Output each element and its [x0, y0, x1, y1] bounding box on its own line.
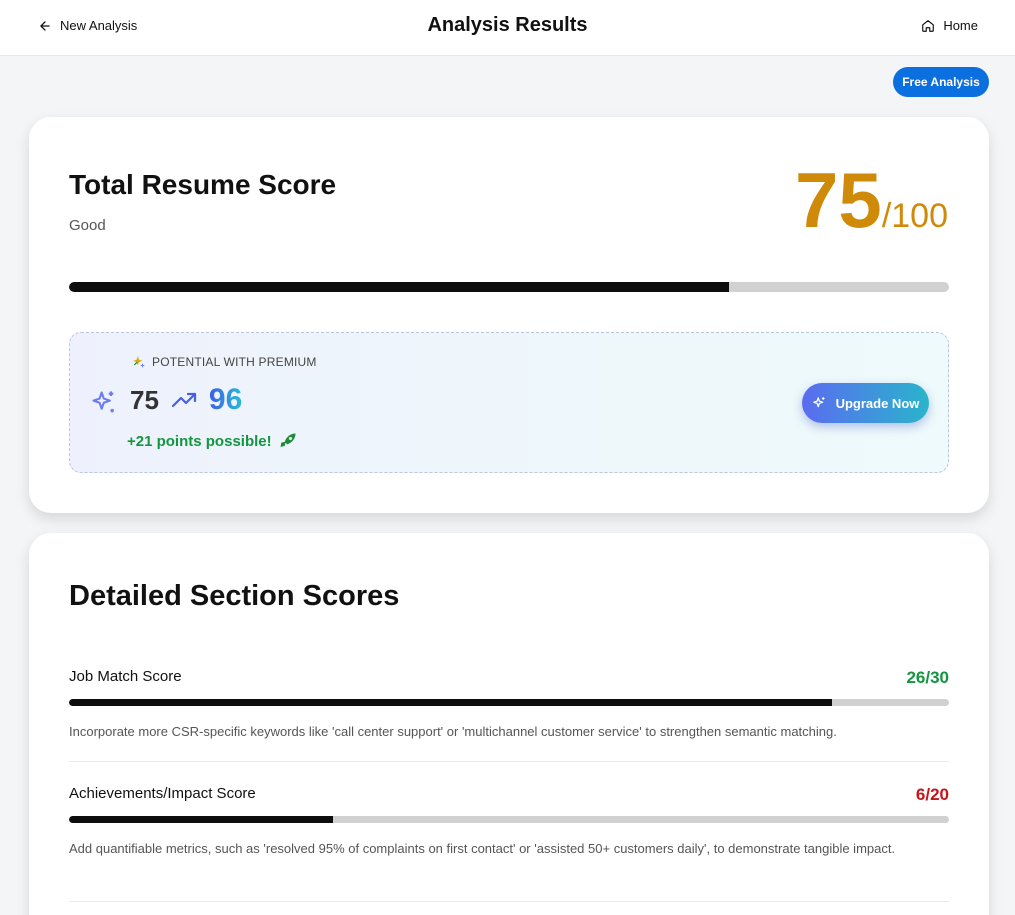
- total-score-title: Total Resume Score: [69, 169, 337, 200]
- sparkles-icon: [812, 396, 825, 407]
- premium-label-text: POTENTIAL WITH PREMIUM: [152, 355, 317, 369]
- total-score-value: 75/100: [795, 161, 948, 239]
- premium-score-row: 75 96: [130, 383, 242, 417]
- divider: [69, 761, 949, 762]
- section-name: Job Match Score: [69, 668, 182, 685]
- section-name: Achievements/Impact Score: [69, 785, 256, 802]
- section-scores-card: Detailed Section Scores Job Match Score …: [29, 533, 989, 915]
- score-number: 75: [795, 156, 882, 244]
- current-score: 75: [130, 384, 159, 415]
- rocket-icon: [280, 433, 296, 447]
- potential-score: 96: [208, 383, 243, 416]
- section-value: 6/20: [915, 785, 949, 804]
- page-title: Analysis Results: [427, 14, 588, 36]
- premium-potential-panel: POTENTIAL WITH PREMIUM 75 96 +21 points …: [69, 332, 949, 473]
- upgrade-now-button[interactable]: Upgrade Now: [802, 383, 929, 423]
- home-icon: [922, 19, 935, 32]
- section-scores-title: Detailed Section Scores: [69, 580, 400, 612]
- home-label: Home: [943, 18, 978, 33]
- section-description: Add quantifiable metrics, such as 'resol…: [69, 841, 896, 856]
- total-score-card: Total Resume Score Good 75/100 POTENTIAL…: [29, 117, 989, 513]
- section-progress-fill: [69, 699, 832, 706]
- score-rating: Good: [69, 217, 106, 234]
- trending-up-icon: [171, 392, 197, 408]
- section-progress: [69, 816, 949, 823]
- home-link[interactable]: Home: [921, 18, 978, 33]
- points-possible: +21 points possible!: [127, 431, 298, 451]
- total-score-progress-fill: [69, 282, 729, 292]
- sparkle-icon: [92, 391, 114, 413]
- sparkles-icon: [133, 356, 145, 368]
- section-progress-fill: [69, 816, 333, 823]
- section-progress: [69, 699, 949, 706]
- free-analysis-button[interactable]: Free Analysis: [893, 67, 989, 97]
- upgrade-now-label: Upgrade Now: [835, 395, 920, 411]
- section-description: Incorporate more CSR-specific keywords l…: [69, 724, 837, 739]
- premium-label: POTENTIAL WITH PREMIUM: [132, 355, 317, 369]
- score-max: /100: [881, 197, 948, 235]
- total-score-progress: [69, 282, 949, 292]
- top-bar: New Analysis Analysis Results Home: [0, 0, 1015, 56]
- section-value: 26/30: [906, 668, 949, 687]
- divider: [69, 901, 949, 902]
- points-possible-text: +21 points possible!: [127, 432, 272, 450]
